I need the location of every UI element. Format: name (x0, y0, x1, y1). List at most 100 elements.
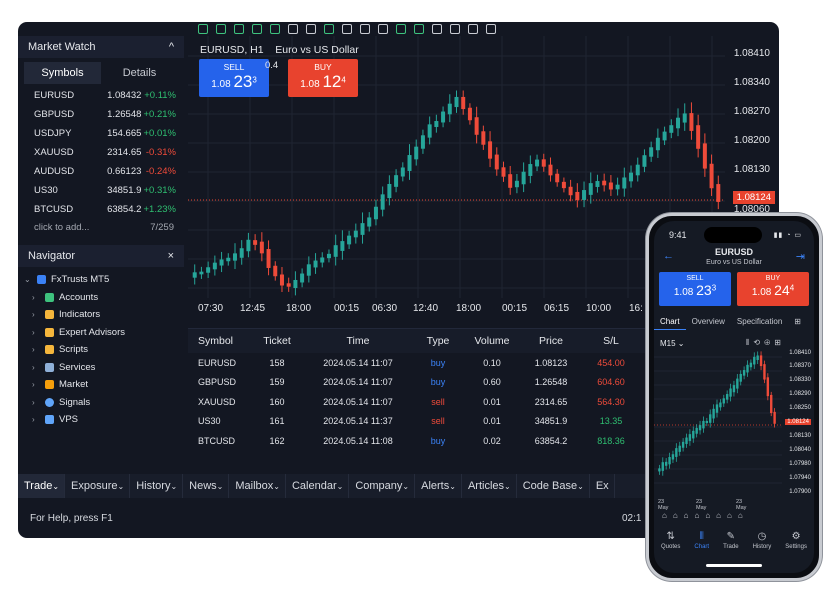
tab-trade[interactable]: Trade ⌄ (18, 474, 66, 498)
tab-label: Alerts (421, 480, 450, 492)
tab-company[interactable]: Company ⌄ (349, 474, 416, 498)
tab-details[interactable]: Details (101, 62, 178, 84)
tree-item-expert-advisors[interactable]: › Expert Advisors (24, 324, 184, 342)
tab-code-base[interactable]: Code Base ⌄ (517, 474, 590, 498)
candle-body (702, 420, 705, 429)
switch-arrow-icon[interactable]: ⇥ (796, 250, 805, 263)
col-ticket[interactable]: Ticket (251, 335, 303, 347)
zoom-in-icon[interactable] (342, 24, 352, 34)
symbol-count: 7/259 (150, 222, 174, 233)
cell-symbol: XAUUSD (198, 396, 236, 407)
tree-item-services[interactable]: › Services (24, 359, 184, 377)
nav-history[interactable]: ◷ History (753, 531, 772, 561)
tab-calendar[interactable]: Calendar ⌄ (286, 474, 350, 498)
tab-exposure[interactable]: Exposure ⌄ (65, 474, 131, 498)
col-type[interactable]: Type (413, 335, 463, 347)
phone-chart[interactable]: 1.08410 1.08370 1.08330 1.08290 1.08250 … (654, 350, 814, 511)
tab-history[interactable]: History ⌄ (130, 474, 184, 498)
indicators-icon[interactable] (432, 24, 442, 34)
crosshair-icon[interactable] (486, 24, 496, 34)
tree-item-accounts[interactable]: › Accounts (24, 289, 184, 307)
periods-icon[interactable] (450, 24, 460, 34)
chevron-right-icon[interactable]: › (32, 345, 40, 354)
list-item[interactable]: GBPUSD 1.26548 +0.21% (18, 105, 184, 124)
chart-tools-icons[interactable]: ⫴⟲⊕⊞ (746, 338, 785, 348)
tree-root[interactable]: ⌄ FxTrusts MT5 (24, 271, 184, 289)
add-symbol-label[interactable]: click to add... (34, 222, 89, 233)
tree-item-market[interactable]: › Market (24, 376, 184, 394)
candle-body (206, 267, 211, 273)
phone-buy-button[interactable]: BUY 1.08 244 (737, 272, 809, 306)
line-chart-icon[interactable] (324, 24, 334, 34)
chevron-right-icon[interactable]: › (32, 293, 40, 302)
zoom-out-icon[interactable] (360, 24, 370, 34)
scroll-chart-icon[interactable] (396, 24, 406, 34)
chevron-right-icon[interactable]: › (32, 310, 40, 319)
list-item[interactable]: US30 34851.9 +0.31% (18, 181, 184, 200)
profiles-icon[interactable] (216, 24, 226, 34)
tree-item-vps[interactable]: › VPS (24, 411, 184, 429)
bar-chart-icon[interactable] (288, 24, 298, 34)
candle-body (535, 159, 540, 167)
tree-item-scripts[interactable]: › Scripts (24, 341, 184, 359)
list-item[interactable]: USDJPY 154.665 +0.01% (18, 124, 184, 143)
chevron-right-icon[interactable]: › (32, 380, 40, 389)
candle-body (655, 137, 660, 151)
tab-symbols[interactable]: Symbols (24, 62, 101, 84)
col-sl[interactable]: S/L (581, 335, 641, 347)
drawing-tools-icons[interactable]: ⌂⌂⌂⌂⌂⌂⌂⌂ (662, 511, 749, 520)
tab-mailbox[interactable]: Mailbox ⌄ (229, 474, 286, 498)
time-tick: 07:30 (198, 303, 224, 314)
col-time[interactable]: Time (303, 335, 413, 347)
candlestick-icon[interactable] (306, 24, 316, 34)
chevron-down-icon[interactable]: ⌄ (24, 275, 32, 284)
tile-windows-icon[interactable] (378, 24, 388, 34)
algo-trading-icon[interactable] (234, 24, 244, 34)
sell-button[interactable]: SELL 1.08 233 (199, 59, 269, 97)
list-item[interactable]: BTCUSD 63854.2 +1.23% (18, 200, 184, 219)
market-depth-icon[interactable] (270, 24, 280, 34)
list-item[interactable]: AUDUSD 0.66123 -0.24% (18, 162, 184, 181)
templates-icon[interactable] (468, 24, 478, 34)
phone-sell-button[interactable]: SELL 1.08 233 (659, 272, 731, 306)
tree-item-signals[interactable]: › Signals (24, 394, 184, 412)
tab-chart[interactable]: Chart (654, 314, 686, 330)
nav-trade[interactable]: ✎ Trade (723, 531, 738, 561)
candle-body (528, 164, 533, 176)
price-tick: 1.08330 (789, 377, 811, 383)
timeframe-selector[interactable]: M15 ⌄ (660, 339, 685, 348)
tab-alerts[interactable]: Alerts ⌄ (415, 474, 462, 498)
col-price[interactable]: Price (521, 335, 581, 347)
market-watch-title: Market Watch (28, 41, 96, 53)
candle-body (739, 373, 742, 382)
list-item[interactable]: EURUSD 1.08432 +0.11% (18, 86, 184, 105)
chevron-right-icon[interactable]: › (32, 363, 40, 372)
buy-button[interactable]: BUY 1.08 124 (288, 59, 358, 97)
tab-overview[interactable]: Overview (686, 314, 731, 330)
tab-label: Articles (467, 480, 504, 492)
chevron-right-icon[interactable]: › (32, 415, 40, 424)
shift-chart-icon[interactable] (414, 24, 424, 34)
nav-quotes[interactable]: ⇅ Quotes (661, 531, 680, 561)
candle-body (716, 184, 721, 202)
new-chart-icon[interactable] (198, 24, 208, 34)
symbol: EURUSD (34, 90, 75, 101)
tab-ex[interactable]: Ex (590, 474, 615, 498)
add-tab-icon[interactable]: ⊞ (788, 314, 807, 330)
nav-chart[interactable]: ⫴ Chart (694, 531, 709, 561)
col-symbol[interactable]: Symbol (188, 335, 251, 347)
tab-specification[interactable]: Specification (731, 314, 788, 330)
nav-settings[interactable]: ⚙ Settings (785, 531, 807, 561)
tree-item-indicators[interactable]: › Indicators (24, 306, 184, 324)
list-item[interactable]: XAUUSD 2314.65 -0.31% (18, 143, 184, 162)
chevron-right-icon[interactable]: › (32, 398, 40, 407)
candle-body (696, 125, 701, 149)
new-order-icon[interactable] (252, 24, 262, 34)
tab-articles[interactable]: Articles ⌄ (462, 474, 517, 498)
collapse-icon[interactable]: ^ (169, 41, 174, 53)
chevron-right-icon[interactable]: › (32, 328, 40, 337)
close-icon[interactable]: × (168, 250, 174, 262)
col-volume[interactable]: Volume (463, 335, 521, 347)
tab-news[interactable]: News ⌄ (183, 474, 230, 498)
add-symbol-row[interactable]: click to add... 7/259 (18, 219, 184, 233)
